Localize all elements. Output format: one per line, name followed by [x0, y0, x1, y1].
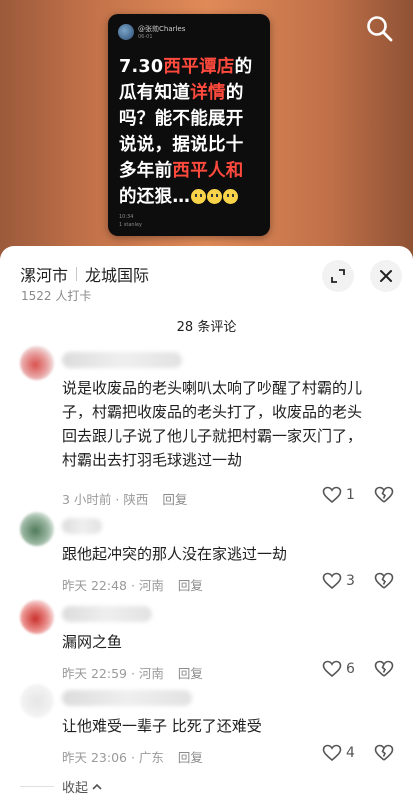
like-count: 3	[346, 573, 355, 589]
comment-count: 28 条评论	[176, 320, 237, 335]
like-button[interactable]: 3	[322, 572, 355, 590]
broken-heart-icon	[374, 486, 394, 503]
comment-time: 3 小时前 · 陕西	[62, 492, 149, 507]
comment-meta: 昨天 22:59 · 河南 回复	[62, 663, 203, 682]
comment-sheet: 漯河市 龙城国际 1522 人打卡 28 条评论 说是收废品的老头喇叭太响了吵醒…	[0, 246, 413, 800]
close-icon	[380, 270, 392, 282]
card-headline: 7.30西平谭店的 瓜有知道详情的 吗？能不能展开 说说，据说比十 多年前西平人…	[119, 57, 253, 207]
avatar[interactable]	[20, 512, 54, 546]
blurred-username[interactable]	[62, 352, 182, 368]
broken-heart-icon	[374, 744, 394, 761]
blurred-username[interactable]	[62, 518, 102, 534]
comment-text: 跟他起冲突的那人没在家逃过一劫	[62, 545, 288, 563]
location-city: 漯河市	[20, 266, 69, 285]
comment-text: 让他难受一辈子 比死了还难受	[62, 717, 262, 735]
collapse-label: 收起	[62, 781, 89, 796]
reply-button[interactable]: 回复	[178, 750, 203, 765]
card-subline: 06-01	[138, 34, 153, 40]
comment-time: 昨天 22:48 · 河南	[62, 578, 164, 593]
location-divider	[76, 267, 78, 281]
video-player[interactable]: @张勍Charles 06-01 7.30西平谭店的 瓜有知道详情的 吗？能不能…	[0, 0, 413, 262]
like-button[interactable]: 1	[322, 486, 355, 504]
chevron-up-icon	[92, 783, 102, 790]
video-cover-card: @张勍Charles 06-01 7.30西平谭店的 瓜有知道详情的 吗？能不能…	[108, 14, 270, 236]
card-footer-source: 1 stanley	[119, 222, 142, 228]
blurred-username[interactable]	[62, 690, 192, 706]
comment-text: 说是收废品的老头喇叭太响了吵醒了村霸的儿子，村霸把收废品的老头打了，收废品的老头…	[62, 379, 363, 469]
comment-time: 昨天 22:59 · 河南	[62, 666, 164, 681]
heart-icon	[322, 572, 342, 590]
comment-text: 漏网之鱼	[62, 633, 123, 651]
search-button[interactable]	[365, 14, 395, 44]
comment-meta: 昨天 22:48 · 河南 回复	[62, 575, 203, 594]
like-count: 6	[346, 661, 355, 677]
heart-icon	[322, 660, 342, 678]
reply-button[interactable]: 回复	[178, 666, 203, 681]
heart-icon	[322, 486, 342, 504]
avatar[interactable]	[20, 684, 54, 718]
close-button[interactable]	[370, 260, 402, 292]
avatar[interactable]	[20, 600, 54, 634]
card-footer-time: 10:34	[119, 214, 134, 220]
shocked-emoji-icon	[207, 189, 223, 204]
card-username: @张勍Charles	[138, 25, 186, 33]
dislike-button[interactable]	[374, 660, 394, 682]
dislike-button[interactable]	[374, 572, 394, 594]
broken-heart-icon	[374, 572, 394, 589]
location-place: 龙城国际	[85, 266, 150, 285]
like-button[interactable]: 6	[322, 660, 355, 678]
like-count: 4	[346, 745, 355, 761]
comment-meta: 昨天 23:06 · 广东 回复	[62, 747, 203, 766]
comment-time: 昨天 23:06 · 广东	[62, 750, 164, 765]
comment-meta: 3 小时前 · 陕西 回复	[62, 489, 187, 508]
avatar[interactable]	[20, 346, 54, 380]
broken-heart-icon	[374, 660, 394, 677]
shocked-emoji-icon	[223, 189, 239, 204]
shocked-emoji-icon	[191, 189, 207, 204]
reply-button[interactable]: 回复	[162, 492, 187, 507]
heart-icon	[322, 744, 342, 762]
reply-button[interactable]: 回复	[178, 578, 203, 593]
blurred-username[interactable]	[62, 606, 152, 622]
collapse-button[interactable]: 收起	[62, 777, 103, 796]
dislike-button[interactable]	[374, 486, 394, 508]
collapse-divider	[20, 786, 54, 787]
expand-icon	[331, 269, 345, 283]
expand-button[interactable]	[322, 260, 354, 292]
search-icon	[367, 16, 393, 42]
like-count: 1	[346, 487, 355, 503]
dislike-button[interactable]	[374, 744, 394, 766]
checkin-count: 1522 人打卡	[21, 289, 92, 303]
location-title[interactable]: 漯河市 龙城国际	[20, 262, 149, 286]
like-button[interactable]: 4	[322, 744, 355, 762]
card-avatar	[118, 24, 134, 40]
